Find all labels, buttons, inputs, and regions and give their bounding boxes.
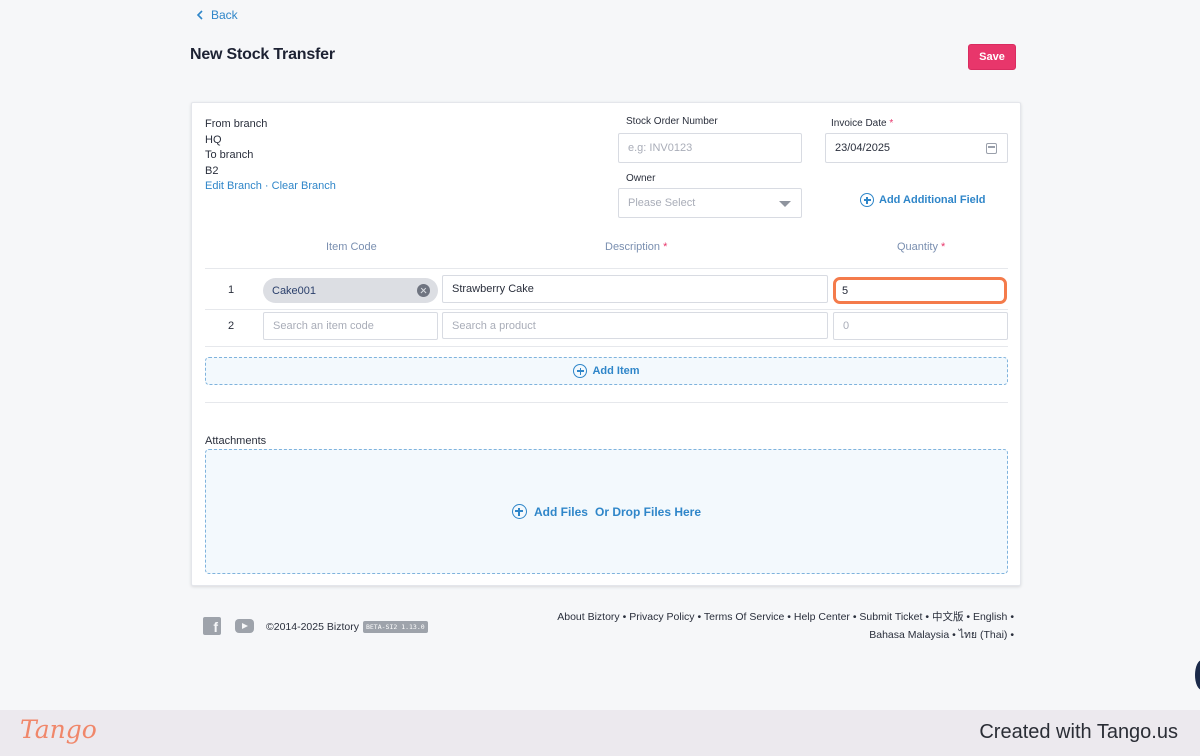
stock-order-input[interactable]: e.g: INV0123 [618, 133, 802, 163]
to-branch-label: To branch [205, 149, 254, 161]
copyright: ©2014-2025 Biztory BETA-SI2 1.13.0 [266, 621, 428, 633]
invoice-date-value: 23/04/2025 [835, 142, 891, 154]
add-files-label[interactable]: Add Files [534, 505, 588, 519]
column-header-quantity: Quantity * [897, 241, 946, 253]
back-label: Back [211, 8, 238, 22]
youtube-icon[interactable] [235, 619, 254, 633]
column-header-item-code: Item Code [326, 241, 377, 253]
item-code-search-input[interactable]: Search an item code [263, 312, 438, 340]
tango-watermark-bar: Tango Created with Tango.us [0, 710, 1200, 756]
back-link[interactable]: Back [195, 8, 238, 22]
attachments-label: Attachments [205, 435, 267, 447]
table-header-divider [205, 268, 1008, 269]
required-mark: * [889, 118, 894, 129]
branch-link-separator: · [261, 180, 272, 192]
row-divider [205, 346, 1008, 347]
add-item-button[interactable]: Add Item [205, 357, 1008, 385]
owner-select-value: Please Select [628, 197, 696, 209]
copyright-text: ©2014-2025 Biztory [266, 621, 359, 633]
plus-circle-icon [860, 193, 874, 207]
quantity-input[interactable]: 5 [833, 277, 1007, 304]
owner-select[interactable]: Please Select [618, 188, 802, 218]
tango-logo: Tango [20, 715, 97, 744]
file-dropzone[interactable]: Add Files Or Drop Files Here [205, 449, 1008, 574]
column-header-description: Description * [605, 241, 668, 253]
footer-links: About Biztory • Privacy Policy • Terms O… [534, 608, 1014, 644]
plus-circle-icon [511, 504, 527, 519]
app-viewport: Back New Stock Transfer Save From branch… [0, 0, 1200, 710]
to-branch-value: B2 [205, 164, 219, 177]
add-item-label: Add Item [592, 365, 640, 377]
clear-icon[interactable] [417, 284, 430, 297]
branch-links: Edit Branch · Clear Branch [205, 179, 336, 195]
add-field-label: Add Additional Field [879, 194, 986, 206]
facebook-icon[interactable]: f [203, 617, 221, 635]
from-branch-value: HQ [205, 133, 222, 146]
row-number: 1 [227, 284, 235, 296]
invoice-date-label: Invoice Date * [831, 118, 894, 129]
save-button[interactable]: Save [968, 44, 1016, 70]
description-input[interactable]: Strawberry Cake [442, 275, 828, 303]
tango-credit: Created with Tango.us [979, 721, 1178, 743]
stock-order-label: Stock Order Number [626, 116, 718, 127]
version-badge: BETA-SI2 1.13.0 [362, 621, 428, 633]
plus-circle-icon [573, 364, 588, 378]
item-code-value: Cake001 [272, 284, 317, 297]
row-number: 2 [227, 320, 235, 332]
drop-files-label: Or Drop Files Here [594, 504, 702, 519]
branch-info: From branch HQ To branch B2 Edit Branch … [205, 117, 336, 195]
footer-links-line-1[interactable]: About Biztory • Privacy Policy • Terms O… [534, 608, 1014, 626]
invoice-date-input[interactable]: 23/04/2025 [825, 133, 1008, 163]
footer-links-line-2[interactable]: Bahasa Malaysia • ไทย (Thai) • [534, 626, 1014, 644]
calendar-icon[interactable] [986, 143, 997, 154]
chat-widget-edge[interactable] [1195, 660, 1200, 690]
product-search-input[interactable]: Search a product [442, 312, 828, 339]
chevron-left-icon [196, 10, 203, 20]
chevron-down-icon [779, 201, 791, 207]
item-code-chip[interactable]: Cake001 [263, 278, 438, 303]
stock-transfer-card: From branch HQ To branch B2 Edit Branch … [191, 102, 1021, 586]
quantity-input[interactable]: 0 [833, 312, 1008, 340]
section-divider [205, 402, 1008, 403]
add-additional-field-button[interactable]: Add Additional Field [860, 193, 986, 207]
page-title: New Stock Transfer [190, 46, 335, 63]
owner-label: Owner [626, 173, 656, 184]
from-branch-label: From branch [205, 118, 268, 130]
edit-branch-link[interactable]: Edit Branch [205, 180, 262, 192]
clear-branch-link[interactable]: Clear Branch [272, 180, 336, 192]
social-icons: f [203, 617, 254, 635]
row-divider [205, 309, 1008, 310]
